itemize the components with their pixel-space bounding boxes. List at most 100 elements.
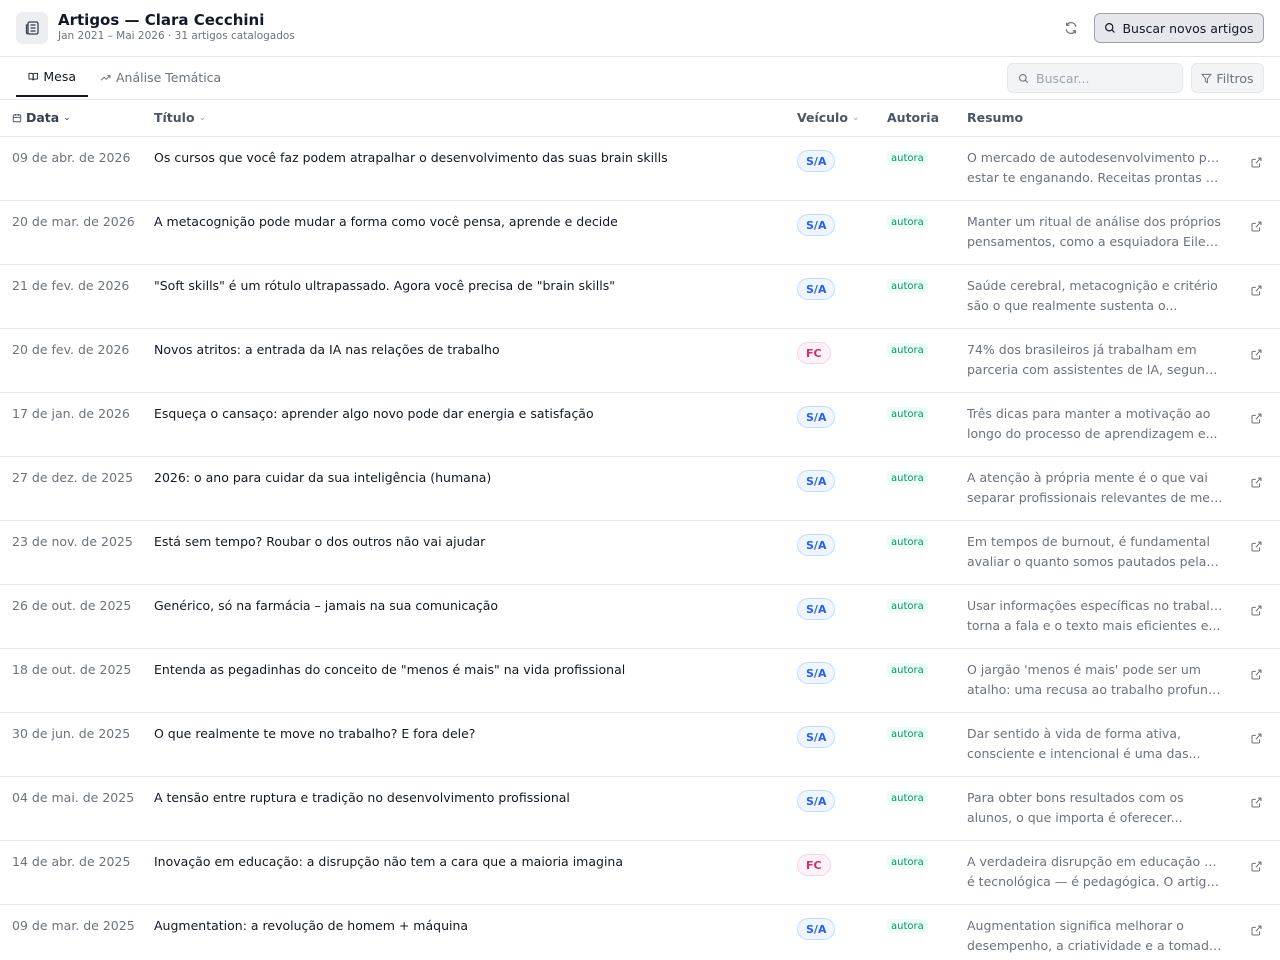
summary-line: desempenho, a criatividade e a tomada... bbox=[967, 938, 1223, 953]
summary-line: torna a fala e o texto mais eficientes e… bbox=[967, 618, 1221, 633]
external-link-icon[interactable] bbox=[1249, 475, 1263, 489]
table-row[interactable]: 14 de abr. de 2025 Inovação em educação: … bbox=[0, 841, 1280, 905]
external-link-icon[interactable] bbox=[1249, 603, 1263, 617]
article-title[interactable]: Augmentation: a revolução de homem + máq… bbox=[154, 918, 774, 933]
vehicle-badge: S/A bbox=[797, 726, 836, 748]
vehicle-badge: S/A bbox=[797, 918, 836, 940]
filters-button[interactable]: Filtros bbox=[1191, 63, 1264, 93]
column-header-summary: Resumo bbox=[967, 110, 1023, 125]
external-link-icon[interactable] bbox=[1249, 795, 1263, 809]
table-row[interactable]: 23 de nov. de 2025 Está sem tempo? Roubar… bbox=[0, 521, 1280, 585]
article-title[interactable]: Entenda as pegadinhas do conceito de "me… bbox=[154, 662, 774, 677]
external-link-icon[interactable] bbox=[1249, 347, 1263, 361]
vehicle-badge: S/A bbox=[797, 214, 836, 236]
tab-analise-tematica[interactable]: Análise Temática bbox=[88, 57, 233, 98]
column-header-title[interactable]: Título ⌄ bbox=[154, 110, 206, 125]
article-title[interactable]: 2026: o ano para cuidar da sua inteligên… bbox=[154, 470, 774, 485]
summary-line: pensamentos, como a esquiadora Eilee... bbox=[967, 234, 1223, 249]
external-link-icon[interactable] bbox=[1249, 283, 1263, 297]
summary-line: Saúde cerebral, metacognição e critério bbox=[967, 278, 1218, 293]
article-date: 23 de nov. de 2025 bbox=[12, 534, 133, 549]
summary-line: Usar informações específicas no trabalho bbox=[967, 598, 1223, 613]
column-header-date[interactable]: Data ⌄ bbox=[12, 110, 71, 125]
summary-line: estar te enganando. Receitas prontas e..… bbox=[967, 170, 1223, 185]
table-row[interactable]: 09 de mar. de 2025 Augmentation: a revolu… bbox=[0, 905, 1280, 960]
article-title[interactable]: Esqueça o cansaço: aprender algo novo po… bbox=[154, 406, 774, 421]
article-title[interactable]: O que realmente te move no trabalho? E f… bbox=[154, 726, 774, 741]
search-box[interactable] bbox=[1007, 63, 1183, 93]
article-title[interactable]: Está sem tempo? Roubar o dos outros não … bbox=[154, 534, 774, 549]
search-input[interactable] bbox=[1036, 70, 1176, 86]
table-row[interactable]: 18 de out. de 2025 Entenda as pegadinhas … bbox=[0, 649, 1280, 713]
article-summary: A atenção à própria mente é o que vai sep… bbox=[967, 468, 1223, 508]
column-header-vehicle[interactable]: Veículo ⌄ bbox=[797, 110, 859, 125]
external-link-icon[interactable] bbox=[1249, 219, 1263, 233]
summary-line: Manter um ritual de análise dos próprios bbox=[967, 214, 1221, 229]
summary-line: 74% dos brasileiros já trabalham em bbox=[967, 342, 1197, 357]
article-title[interactable]: A metacognição pode mudar a forma como v… bbox=[154, 214, 774, 229]
vehicle-badge: S/A bbox=[797, 790, 836, 812]
external-link-icon[interactable] bbox=[1249, 859, 1263, 873]
summary-line: é tecnológica — é pedagógica. O artigo..… bbox=[967, 874, 1223, 889]
column-title-label: Título bbox=[154, 110, 195, 125]
authorship-badge: autora bbox=[887, 151, 928, 165]
summary-line: atalho: uma recusa ao trabalho profund..… bbox=[967, 682, 1223, 697]
article-title[interactable]: Genérico, só na farmácia – jamais na sua… bbox=[154, 598, 774, 613]
filter-icon bbox=[1201, 73, 1213, 83]
tab-analise-label: Análise Temática bbox=[116, 70, 222, 85]
tab-mesa[interactable]: Mesa bbox=[16, 57, 88, 97]
vehicle-badge: S/A bbox=[797, 406, 836, 428]
article-date: 17 de jan. de 2026 bbox=[12, 406, 130, 421]
article-date: 20 de mar. de 2026 bbox=[12, 214, 135, 229]
external-link-icon[interactable] bbox=[1249, 539, 1263, 553]
table-row[interactable]: 26 de out. de 2025 Genérico, só na farmác… bbox=[0, 585, 1280, 649]
table-row[interactable]: 09 de abr. de 2026 Os cursos que você faz… bbox=[0, 137, 1280, 201]
external-link-icon[interactable] bbox=[1249, 731, 1263, 745]
summary-line: alunos, o que importa é oferecer... bbox=[967, 810, 1183, 825]
authorship-badge: autora bbox=[887, 535, 928, 549]
filters-label: Filtros bbox=[1216, 70, 1254, 86]
table-row[interactable]: 27 de dez. de 2025 2026: o ano para cuida… bbox=[0, 457, 1280, 521]
table-row[interactable]: 17 de jan. de 2026 Esqueça o cansaço: apr… bbox=[0, 393, 1280, 457]
refresh-button[interactable] bbox=[1058, 15, 1084, 41]
external-link-icon[interactable] bbox=[1249, 667, 1263, 681]
authorship-badge: autora bbox=[887, 727, 928, 741]
tabs-bar: Mesa Análise Temática Filtros bbox=[0, 57, 1280, 100]
article-summary: Em tempos de burnout, é fundamental avali… bbox=[967, 532, 1223, 572]
trending-up-icon bbox=[100, 74, 111, 81]
summary-line: Em tempos de burnout, é fundamental bbox=[967, 534, 1210, 549]
article-summary: O jargão 'menos é mais' pode ser um atalh… bbox=[967, 660, 1223, 700]
article-summary: Dar sentido à vida de forma ativa, consci… bbox=[967, 724, 1223, 764]
vehicle-badge: S/A bbox=[797, 662, 836, 684]
article-date: 09 de abr. de 2026 bbox=[12, 150, 131, 165]
summary-line: separar profissionais relevantes de mer.… bbox=[967, 490, 1223, 505]
external-link-icon[interactable] bbox=[1249, 411, 1263, 425]
sort-icon: ⌄ bbox=[851, 112, 860, 123]
column-summary-label: Resumo bbox=[967, 110, 1024, 125]
article-title[interactable]: "Soft skills" é um rótulo ultrapassado. … bbox=[154, 278, 774, 293]
summary-line: parceria com assistentes de IA, segund..… bbox=[967, 362, 1223, 377]
article-title[interactable]: Novos atritos: a entrada da IA nas relaç… bbox=[154, 342, 774, 357]
table-row[interactable]: 30 de jun. de 2025 O que realmente te mov… bbox=[0, 713, 1280, 777]
table-row[interactable]: 21 de fev. de 2026 "Soft skills" é um rót… bbox=[0, 265, 1280, 329]
table-row[interactable]: 04 de mai. de 2025 A tensão entre ruptura… bbox=[0, 777, 1280, 841]
table-body: 09 de abr. de 2026 Os cursos que você faz… bbox=[0, 137, 1280, 960]
authorship-badge: autora bbox=[887, 279, 928, 293]
article-date: 14 de abr. de 2025 bbox=[12, 854, 131, 869]
vehicle-badge: S/A bbox=[797, 598, 836, 620]
article-title[interactable]: Os cursos que você faz podem atrapalhar … bbox=[154, 150, 774, 165]
refresh-icon bbox=[1065, 22, 1077, 34]
fetch-articles-button[interactable]: Buscar novos artigos bbox=[1094, 13, 1264, 43]
authorship-badge: autora bbox=[887, 855, 928, 869]
external-link-icon[interactable] bbox=[1249, 923, 1263, 937]
table-row[interactable]: 20 de mar. de 2026 A metacognição pode mu… bbox=[0, 201, 1280, 265]
vehicle-badge: FC bbox=[797, 342, 831, 364]
table-row[interactable]: 20 de fev. de 2026 Novos atritos: a entra… bbox=[0, 329, 1280, 393]
authorship-badge: autora bbox=[887, 599, 928, 613]
article-title[interactable]: Inovação em educação: a disrupção não te… bbox=[154, 854, 774, 869]
summary-line: O mercado de autodesenvolvimento pode bbox=[967, 150, 1223, 165]
external-link-icon[interactable] bbox=[1249, 155, 1263, 169]
article-summary: Manter um ritual de análise dos próprios… bbox=[967, 212, 1223, 252]
vehicle-badge: S/A bbox=[797, 534, 836, 556]
article-title[interactable]: A tensão entre ruptura e tradição no des… bbox=[154, 790, 774, 805]
